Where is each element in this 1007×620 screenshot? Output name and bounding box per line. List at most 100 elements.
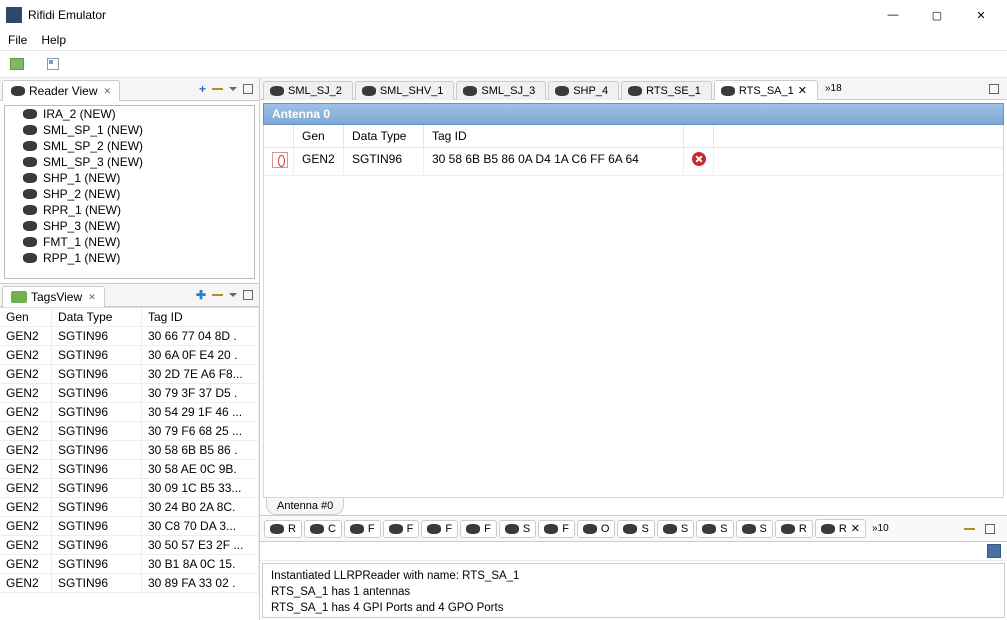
view-menu-icon[interactable]: [229, 293, 237, 297]
editor-tab[interactable]: SML_SJ_3: [456, 81, 546, 100]
cell-tagid: 30 54 29 1F 46 ...: [142, 403, 259, 422]
tags-row[interactable]: GEN2SGTIN9630 09 1C B5 33...: [0, 479, 259, 498]
close-icon[interactable]: ✕: [851, 522, 860, 535]
port-tab[interactable]: S: [617, 520, 654, 538]
reader-view-tab[interactable]: Reader View ✕: [2, 80, 120, 101]
tags-row[interactable]: GEN2SGTIN9630 58 AE 0C 9B.: [0, 460, 259, 479]
tags-row[interactable]: GEN2SGTIN9630 58 6B B5 86 .: [0, 441, 259, 460]
reader-list-item[interactable]: SHP_2 (NEW): [5, 186, 254, 202]
port-tab[interactable]: F: [538, 520, 575, 538]
antenna-row[interactable]: GEN2SGTIN9630 58 6B B5 86 0A D4 1A C6 FF…: [264, 148, 1003, 176]
port-tab-label: F: [484, 523, 491, 535]
window-close-button[interactable]: ✕: [959, 1, 1003, 29]
col-gen[interactable]: Gen: [0, 308, 52, 327]
editor-tabs-overflow[interactable]: »18: [819, 81, 848, 96]
reader-list-item[interactable]: FMT_1 (NEW): [5, 234, 254, 250]
maximize-editor-icon[interactable]: [989, 84, 999, 94]
cell-datatype: SGTIN96: [52, 574, 142, 593]
tags-row[interactable]: GEN2SGTIN9630 54 29 1F 46 ...: [0, 403, 259, 422]
port-tab[interactable]: F: [421, 520, 458, 538]
port-tab[interactable]: F: [460, 520, 497, 538]
close-icon[interactable]: ✕: [88, 292, 96, 303]
remove-reader-icon[interactable]: [212, 88, 223, 90]
reader-list-item[interactable]: SML_SP_3 (NEW): [5, 154, 254, 170]
port-tab[interactable]: R ✕: [815, 519, 866, 538]
col-tagid[interactable]: Tag ID: [142, 308, 259, 327]
port-tab[interactable]: C: [304, 520, 342, 538]
port-tab[interactable]: S: [736, 520, 773, 538]
window-minimize-button[interactable]: —: [871, 1, 915, 29]
port-tab[interactable]: F: [344, 520, 381, 538]
port-tab[interactable]: S: [657, 520, 694, 538]
tags-row[interactable]: GEN2SGTIN9630 6A 0F E4 20 .: [0, 346, 259, 365]
tags-row[interactable]: GEN2SGTIN9630 24 B0 2A 8C.: [0, 498, 259, 517]
col-tagid[interactable]: Tag ID: [424, 125, 684, 147]
menu-file[interactable]: File: [8, 33, 27, 47]
reader-list-item[interactable]: SML_SP_1 (NEW): [5, 122, 254, 138]
tags-row[interactable]: GEN2SGTIN9630 79 3F 37 D5 .: [0, 384, 259, 403]
cell-datatype: SGTIN96: [52, 536, 142, 555]
window-maximize-button[interactable]: ▢: [915, 1, 959, 29]
menu-help[interactable]: Help: [41, 33, 66, 47]
reader-icon: [23, 141, 37, 151]
port-tab[interactable]: F: [383, 520, 420, 538]
ports-overflow[interactable]: »10: [868, 523, 893, 534]
port-tab[interactable]: R: [775, 520, 813, 538]
editor-tab[interactable]: SML_SJ_2: [263, 81, 353, 100]
reader-list-item[interactable]: RPR_1 (NEW): [5, 202, 254, 218]
tags-row[interactable]: GEN2SGTIN9630 2D 7E A6 F8...: [0, 365, 259, 384]
reader-list-item[interactable]: RPP_1 (NEW): [5, 250, 254, 266]
reader-list[interactable]: IRA_2 (NEW)SML_SP_1 (NEW)SML_SP_2 (NEW)S…: [4, 105, 255, 279]
reader-icon: [742, 524, 756, 534]
cell-gen: GEN2: [0, 441, 52, 460]
reader-icon: [628, 86, 642, 96]
save-icon[interactable]: [987, 544, 1001, 558]
reader-icon: [350, 524, 364, 534]
view-menu-icon[interactable]: [229, 87, 237, 91]
antenna-grid[interactable]: Gen Data Type Tag ID GEN2SGTIN9630 58 6B…: [263, 125, 1004, 498]
reader-list-item[interactable]: SHP_1 (NEW): [5, 170, 254, 186]
window-title: Rifidi Emulator: [28, 8, 871, 22]
col-datatype[interactable]: Data Type: [344, 125, 424, 147]
delete-icon[interactable]: [692, 152, 706, 166]
tags-table[interactable]: Gen Data Type Tag ID GEN2SGTIN9630 66 77…: [0, 307, 259, 620]
tags-row[interactable]: GEN2SGTIN9630 89 FA 33 02 .: [0, 574, 259, 593]
editor-tab-label: SHP_4: [573, 85, 608, 97]
reader-list-item[interactable]: SML_SP_2 (NEW): [5, 138, 254, 154]
reader-list-item[interactable]: SHP_3 (NEW): [5, 218, 254, 234]
col-datatype[interactable]: Data Type: [52, 308, 142, 327]
add-tag-icon[interactable]: ✚: [196, 288, 206, 302]
editor-tab[interactable]: SHP_4: [548, 81, 619, 100]
console-output[interactable]: Instantiated LLRPReader with name: RTS_S…: [262, 563, 1005, 618]
toolbar-new-reader-button[interactable]: [6, 53, 28, 75]
editor-tab[interactable]: SML_SHV_1: [355, 81, 455, 100]
port-tab[interactable]: S: [696, 520, 733, 538]
tags-row[interactable]: GEN2SGTIN9630 66 77 04 8D .: [0, 327, 259, 346]
close-icon[interactable]: ✕: [798, 84, 807, 97]
layout-icon: [47, 58, 59, 70]
remove-tag-icon[interactable]: [212, 294, 223, 296]
editor-tab[interactable]: RTS_SA_1 ✕: [714, 80, 818, 100]
tags-row[interactable]: GEN2SGTIN9630 79 F6 68 25 ...: [0, 422, 259, 441]
maximize-view-icon[interactable]: [985, 524, 995, 534]
maximize-view-icon[interactable]: [243, 290, 253, 300]
tags-view-tab[interactable]: TagsView ✕: [2, 286, 105, 307]
tags-row[interactable]: GEN2SGTIN9630 C8 70 DA 3...: [0, 517, 259, 536]
tags-row[interactable]: GEN2SGTIN9630 50 57 E3 2F ...: [0, 536, 259, 555]
col-gen[interactable]: Gen: [294, 125, 344, 147]
port-tab[interactable]: R: [264, 520, 302, 538]
tags-row[interactable]: GEN2SGTIN9630 B1 8A 0C 15.: [0, 555, 259, 574]
port-tab[interactable]: O: [577, 520, 616, 538]
cell-tagid: 30 79 3F 37 D5 .: [142, 384, 259, 403]
close-icon[interactable]: ✕: [103, 86, 111, 97]
port-tab-label: R: [799, 523, 807, 535]
port-tab[interactable]: S: [499, 520, 536, 538]
maximize-view-icon[interactable]: [243, 84, 253, 94]
antenna-bottom-tab[interactable]: Antenna #0: [266, 498, 344, 515]
reader-list-item[interactable]: IRA_2 (NEW): [5, 106, 254, 122]
minimize-view-icon[interactable]: [964, 528, 975, 530]
editor-tab[interactable]: RTS_SE_1: [621, 81, 712, 100]
toolbar-layout-button[interactable]: [42, 53, 64, 75]
add-reader-icon[interactable]: +: [199, 82, 206, 96]
reader-view-title: Reader View: [29, 84, 97, 98]
